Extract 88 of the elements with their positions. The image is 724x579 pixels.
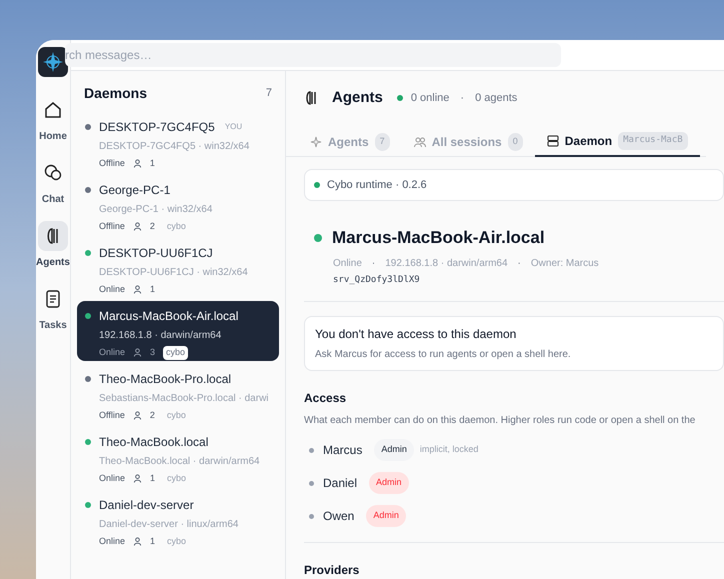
daemon-count: 7: [266, 86, 272, 102]
daemon-detail: DESKTOP-7GC4FQ5 · win32/x64: [98, 140, 250, 154]
tag: cybo: [166, 409, 186, 422]
daemon-name: Marcus-MacBook-Air.local: [332, 227, 545, 249]
member-count: 1: [150, 283, 156, 296]
daemon-name: Theo-MacBook.local: [99, 434, 208, 451]
daemon-detail: Sebastians-MacBook-Pro.local · darwi: [98, 392, 270, 406]
section-title: Providers: [304, 562, 360, 579]
person-icon: [132, 222, 142, 232]
member-name: Owen: [323, 508, 354, 525]
daemon-name: DESKTOP-7GC4FQ5: [99, 119, 215, 136]
home-icon: [43, 100, 63, 120]
person-icon: [133, 474, 142, 484]
member-count: 1: [150, 472, 156, 485]
daemon-detail: 192.168.1.8 · darwin/arm64: [98, 329, 222, 343]
person-icon: [133, 285, 142, 294]
daemon-name: George-PC-1: [99, 182, 170, 199]
role-badge: Admin: [374, 439, 414, 461]
chat-icon: [43, 163, 63, 183]
member-count: 2: [150, 220, 155, 233]
section-description: What each member can do on this daemon. Higher roles run code or open a shell on the: [304, 414, 696, 428]
separator-dot: ·: [518, 256, 521, 270]
daemon-item[interactable]: George-PC-1 George-PC-1 · win32/x64 Offline 2 cybo: [77, 175, 279, 235]
you-label: YOU: [224, 121, 242, 133]
count-badge: Marcus-MacB: [618, 132, 688, 150]
count-badge: 0: [508, 133, 523, 151]
role-badge: Admin: [366, 505, 406, 527]
daemon-name: DESKTOP-UU6F1CJ: [99, 245, 213, 262]
role-note: implicit, locked: [420, 443, 478, 456]
daemon-status: Online: [99, 535, 126, 548]
person-icon: [133, 537, 142, 546]
people-icon: [414, 136, 426, 148]
member-name: Marcus: [323, 442, 362, 459]
server-icon: [546, 135, 559, 147]
daemon-name: Marcus-MacBook-Air.local: [99, 308, 238, 325]
tab[interactable]: Daemon Marcus-MacB: [534, 127, 700, 157]
daemon-owner: Owner: Marcus: [530, 256, 599, 270]
daemon-name: Daniel-dev-server: [99, 497, 194, 514]
runtime-version: Cybo runtime · 0.2.6: [327, 178, 427, 193]
daemon-item[interactable]: Theo-MacBook.local Theo-MacBook.local · darwin/arm64 Online 1 cybo: [77, 427, 279, 487]
tag: cybo: [167, 535, 186, 548]
separator-dot: ·: [459, 90, 466, 106]
tag: cybo: [166, 220, 186, 234]
daemon-item[interactable]: DESKTOP-UU6F1CJ DESKTOP-UU6F1CJ · win32/x64 Online 1: [77, 238, 279, 298]
daemon-detail: George-PC-1 · win32/x64: [98, 203, 214, 217]
member-count: 2: [150, 409, 155, 422]
notice-text: Ask Marcus for access to run agents or open a shell here.: [315, 348, 572, 362]
daemon-status: Online: [99, 472, 126, 485]
daemon-item[interactable]: DESKTOP-7GC4FQ5 YOU DESKTOP-7GC4FQ5 · win32/x64 Offline 1: [77, 112, 279, 172]
search-field[interactable]: rch messages…: [65, 43, 561, 67]
tag: cybo: [167, 472, 186, 486]
sidebar-title: Daemons: [84, 84, 148, 103]
agents-icon: [304, 90, 318, 106]
member-count: 3: [150, 346, 156, 359]
page-title: Agents: [332, 88, 383, 108]
daemon-id: srv_QzDofy3lDlX9: [332, 274, 421, 286]
role-badge: Admin: [369, 472, 409, 494]
member-name: Daniel: [323, 475, 358, 492]
nav-item[interactable]: Home: [38, 95, 68, 144]
daemon-status: Offline: [99, 220, 125, 233]
separator-dot: ·: [372, 256, 376, 270]
daemon-status: Online: [333, 256, 362, 270]
person-icon: [133, 348, 142, 358]
daemon-status: Offline: [99, 157, 125, 170]
daemon-status: Online: [99, 283, 126, 296]
daemon-item[interactable]: Daniel-dev-server Daniel-dev-server · linux/arm64 Online 1 cybo: [77, 490, 279, 550]
nav-item[interactable]: Tasks: [38, 284, 68, 333]
daemon-detail: Daniel-dev-server · linux/arm64: [98, 518, 240, 532]
agents-count: 0 agents: [475, 90, 518, 106]
daemon-status: Offline: [99, 409, 125, 422]
notice-title: You don't have access to this daemon: [315, 326, 518, 343]
daemon-status: Online: [99, 346, 126, 359]
daemon-item[interactable]: Marcus-MacBook-Air.local 192.168.1.8 · darwin/arm64 Online 3 cybo: [77, 301, 279, 361]
member-count: 1: [150, 157, 155, 170]
daemon-detail: DESKTOP-UU6F1CJ · win32/x64: [98, 266, 249, 280]
section-title: Access: [304, 390, 348, 407]
member-count: 1: [150, 535, 156, 548]
person-icon: [132, 159, 142, 168]
daemon-detail: Theo-MacBook.local · darwin/arm64: [98, 455, 261, 469]
online-count: 0 online: [410, 90, 450, 106]
daemon-name: Theo-MacBook-Pro.local: [99, 371, 232, 388]
tag: cybo: [163, 346, 188, 360]
daemon-item[interactable]: Theo-MacBook-Pro.local Sebastians-MacBook-Pro.local · darwi Offline 2 cybo: [77, 364, 279, 424]
nav-item[interactable]: Chat: [38, 158, 68, 207]
person-icon: [132, 411, 142, 420]
count-badge: 7: [374, 133, 390, 151]
daemon-address: 192.168.1.8 · darwin/arm64: [385, 256, 508, 270]
sparkle-icon: [310, 136, 322, 148]
